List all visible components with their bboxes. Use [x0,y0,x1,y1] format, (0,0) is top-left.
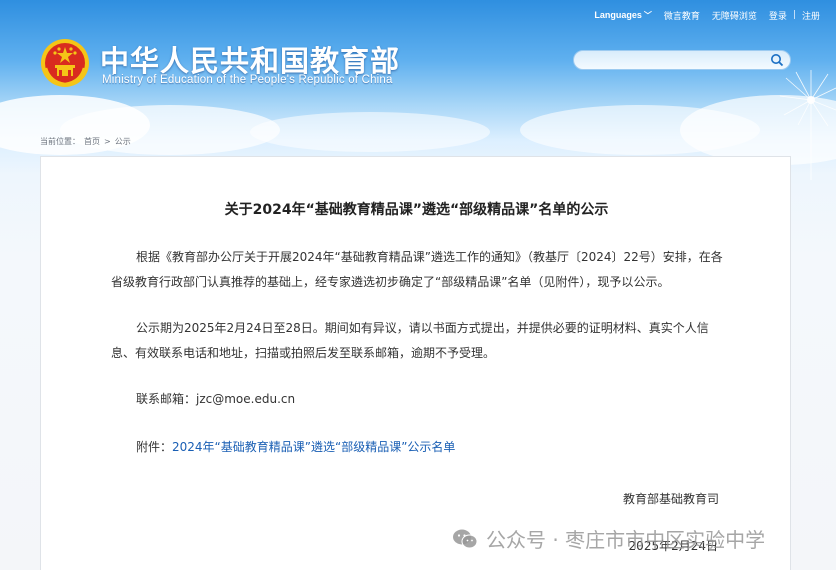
page: Languages ﹀ 微言教育 无障碍浏览 登录 | 注册 中华人民共和国教育部… [0,0,836,570]
breadcrumb-separator: > [104,137,111,146]
attachment-label: 附件： [136,440,173,454]
languages-label: Languages [594,9,642,20]
cloud-decoration [250,112,490,152]
paragraph-text: 公示期为2025年2月24日至28日。期间如有异议，请以书面方式提出，并提供必要… [111,321,709,360]
chevron-down-icon: ﹀ [643,10,652,20]
contact-email-line: 联系邮箱：jzc@moe.edu.cn [111,387,731,412]
register-link[interactable]: 注册 [796,9,826,22]
article-title: 关于2024年“基础教育精品课”遴选“部级精品课”名单的公示 [224,202,609,218]
cloud-decoration [60,105,280,155]
email-address: jzc@moe.edu.cn [196,392,296,406]
article-paragraph: 根据《教育部办公厅关于开展2024年“基础教育精品课”遴选工作的通知》（教基厅〔… [111,245,731,295]
search-box [573,50,791,70]
breadcrumb-prefix: 当前位置： [40,137,80,146]
languages-menu[interactable]: Languages ﹀ [588,10,658,21]
search-input[interactable] [584,53,764,67]
national-emblem-icon[interactable] [40,38,90,88]
watermark-text: 公众号 · 枣庄市市中区实验中学 [486,528,766,552]
attachment-link[interactable]: 2024年“基础教育精品课”遴选“部级精品课”公示名单 [172,440,455,454]
search-icon[interactable] [770,53,784,67]
top-utility-bar: Languages ﹀ 微言教育 无障碍浏览 登录 | 注册 [588,8,826,22]
attachment-line: 附件：2024年“基础教育精品课”遴选“部级精品课”公示名单 [111,435,731,460]
breadcrumb: 当前位置： 首页 > 公示 [40,136,131,147]
paragraph-text: 根据《教育部办公厅关于开展2024年“基础教育精品课”遴选工作的通知》（教基厅〔… [111,250,723,289]
wechat-icon [453,529,478,548]
login-link[interactable]: 登录 [763,9,793,22]
wechat-watermark: 公众号 · 枣庄市市中区实验中学 [452,524,765,553]
article-container: 关于2024年“基础教育精品课”遴选“部级精品课”名单的公示 根据《教育部办公厅… [40,156,791,570]
weibo-link[interactable]: 微言教育 [658,9,706,22]
breadcrumb-current-link[interactable]: 公示 [115,136,131,147]
email-label: 联系邮箱： [136,392,197,406]
article-paragraph: 公示期为2025年2月24日至28日。期间如有异议，请以书面方式提出，并提供必要… [111,316,731,366]
site-title-english: Ministry of Education of the People's Re… [102,74,393,86]
signature: 教育部基础教育司 [622,492,719,506]
breadcrumb-home-link[interactable]: 首页 [84,136,100,147]
accessible-browsing-link[interactable]: 无障碍浏览 [706,9,763,22]
